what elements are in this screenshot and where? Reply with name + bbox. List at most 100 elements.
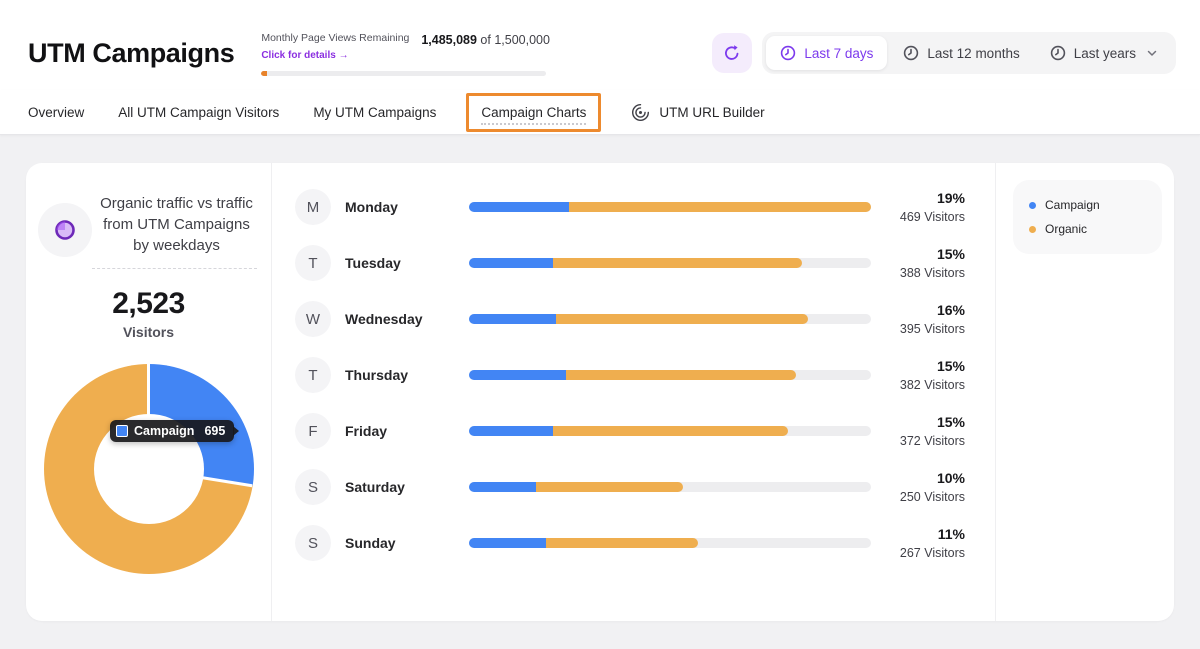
stacked-bar[interactable] — [469, 370, 871, 380]
time-filter-label: Last years — [1074, 46, 1136, 61]
row-percent: 16% — [885, 301, 965, 319]
time-filter-last-7-days[interactable]: Last 7 days — [766, 36, 887, 70]
tab-overview[interactable]: Overview — [28, 105, 84, 120]
legend-dot-campaign — [1029, 202, 1036, 209]
tab-utm-url-builder[interactable]: UTM URL Builder — [631, 103, 764, 122]
row-visitors: 469 Visitors — [885, 208, 965, 226]
usage-value: 1,485,089 of 1,500,000 — [421, 33, 550, 47]
usage-progressbar — [261, 71, 546, 76]
bar-segment-campaign[interactable] — [469, 482, 536, 492]
bar-segment-campaign[interactable] — [469, 202, 569, 212]
bar-segment-campaign[interactable] — [469, 538, 546, 548]
time-filter-last-12-months[interactable]: Last 12 months — [889, 36, 1033, 70]
summary-panel: Organic traffic vs traffic from UTM Camp… — [26, 163, 272, 621]
day-label: Friday — [345, 423, 455, 439]
time-filter-last-years[interactable]: Last years — [1036, 36, 1172, 70]
day-initial: M — [307, 199, 320, 216]
day-initial-badge: F — [295, 413, 331, 449]
legend-column: Campaign Organic — [995, 163, 1174, 621]
stacked-bar[interactable] — [469, 314, 871, 324]
row-percent: 19% — [885, 189, 965, 207]
tab-my-utm-campaigns[interactable]: My UTM Campaigns — [313, 105, 436, 120]
bar-fill — [469, 482, 683, 492]
day-label: Tuesday — [345, 255, 455, 271]
stacked-bar[interactable] — [469, 258, 871, 268]
refresh-button[interactable] — [712, 33, 752, 73]
row-visitors: 250 Visitors — [885, 488, 965, 506]
bar-segment-organic[interactable] — [566, 370, 797, 380]
bar-segment-organic[interactable] — [556, 314, 808, 324]
time-filter-group: Last 7 days Last 12 months Last years — [762, 32, 1176, 74]
row-visitors: 267 Visitors — [885, 544, 965, 562]
day-initial-badge: S — [295, 525, 331, 561]
clock-icon — [1050, 45, 1066, 61]
bar-segment-campaign[interactable] — [469, 426, 553, 436]
day-label: Monday — [345, 199, 455, 215]
bar-segment-organic[interactable] — [553, 426, 788, 436]
tooltip-value: 695 — [204, 424, 225, 438]
bar-segment-organic[interactable] — [553, 258, 802, 268]
weekday-row: S Saturday 10% 250 Visitors — [295, 459, 965, 515]
usage-remaining: 1,485,089 — [421, 33, 477, 47]
weekday-row: S Sunday 11% 267 Visitors — [295, 515, 965, 571]
stacked-bar[interactable] — [469, 426, 871, 436]
bar-segment-organic[interactable] — [546, 538, 698, 548]
day-label: Sunday — [345, 535, 455, 551]
total-visitors-label: Visitors — [26, 324, 271, 340]
bar-fill — [469, 370, 796, 380]
legend-item-organic[interactable]: Organic — [1029, 217, 1146, 241]
weekday-row: W Wednesday 16% 395 Visitors — [295, 291, 965, 347]
day-initial: T — [308, 367, 317, 384]
content-area: Organic traffic vs traffic from UTM Camp… — [0, 135, 1200, 649]
usage-limit: of 1,500,000 — [480, 33, 550, 47]
day-label: Thursday — [345, 367, 455, 383]
bar-fill — [469, 314, 808, 324]
legend-label: Organic — [1045, 222, 1087, 236]
chart-legend: Campaign Organic — [1013, 180, 1162, 254]
day-initial-badge: W — [295, 301, 331, 337]
chevron-down-icon — [1146, 47, 1158, 59]
usage-widget: Monthly Page Views Remaining Click for d… — [261, 31, 553, 76]
top-header: UTM Campaigns Monthly Page Views Remaini… — [0, 0, 1200, 135]
refresh-icon — [723, 44, 741, 62]
tab-all-utm-campaign-visitors[interactable]: All UTM Campaign Visitors — [118, 105, 279, 120]
tab-label: UTM URL Builder — [659, 105, 764, 120]
bar-segment-campaign[interactable] — [469, 258, 553, 268]
tab-bar: Overview All UTM Campaign Visitors My UT… — [0, 90, 1200, 135]
bar-fill — [469, 426, 788, 436]
row-stats: 19% 469 Visitors — [885, 189, 965, 226]
day-initial: F — [308, 423, 317, 440]
day-label: Wednesday — [345, 311, 455, 327]
row-stats: 11% 267 Visitors — [885, 525, 965, 562]
stacked-bar[interactable] — [469, 538, 871, 548]
bar-segment-organic[interactable] — [536, 482, 683, 492]
row-stats: 15% 372 Visitors — [885, 413, 965, 450]
tooltip-series-swatch — [116, 425, 128, 437]
bar-segment-campaign[interactable] — [469, 314, 556, 324]
row-stats: 10% 250 Visitors — [885, 469, 965, 506]
stacked-bar[interactable] — [469, 482, 871, 492]
day-initial-badge: T — [295, 245, 331, 281]
weekday-row: T Thursday 15% 382 Visitors — [295, 347, 965, 403]
weekday-row: T Tuesday 15% 388 Visitors — [295, 235, 965, 291]
utm-url-builder-icon — [631, 103, 650, 122]
usage-progress-fill — [261, 71, 267, 76]
time-filter-label: Last 12 months — [927, 46, 1019, 61]
row-visitors: 395 Visitors — [885, 320, 965, 338]
row-percent: 11% — [885, 525, 965, 543]
total-visitors-value: 2,523 — [26, 287, 271, 321]
bar-segment-organic[interactable] — [569, 202, 871, 212]
legend-item-campaign[interactable]: Campaign — [1029, 193, 1146, 217]
day-label: Saturday — [345, 479, 455, 495]
donut-chart[interactable] — [44, 364, 254, 574]
pie-chart-icon — [54, 219, 76, 241]
page-title: UTM Campaigns — [28, 38, 234, 69]
tab-campaign-charts[interactable]: Campaign Charts — [481, 105, 586, 125]
clock-icon — [903, 45, 919, 61]
usage-details-link[interactable]: Click for details → — [261, 50, 348, 61]
campaign-chart-card: Organic traffic vs traffic from UTM Camp… — [26, 163, 1174, 621]
stacked-bar[interactable] — [469, 202, 871, 212]
bar-segment-campaign[interactable] — [469, 370, 566, 380]
row-stats: 16% 395 Visitors — [885, 301, 965, 338]
chart-title: Organic traffic vs traffic from UTM Camp… — [92, 193, 257, 269]
